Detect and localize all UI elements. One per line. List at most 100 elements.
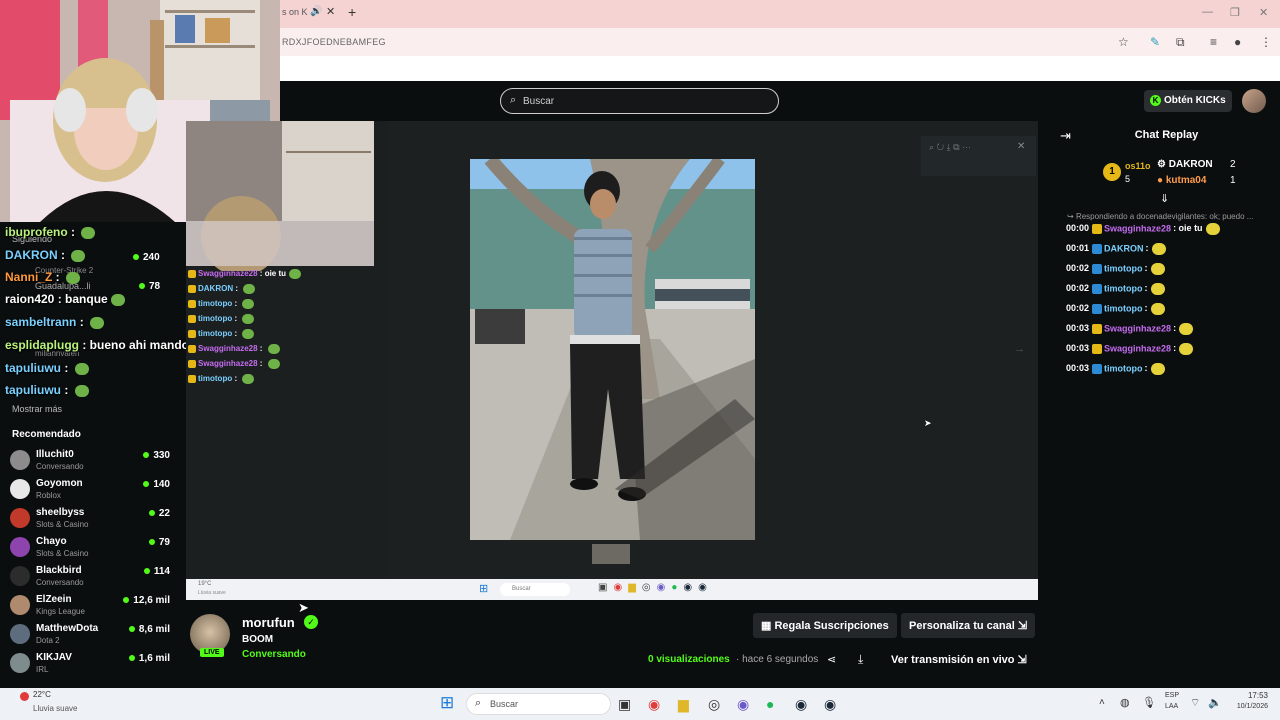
chat-username[interactable]: timotopo [1104, 263, 1143, 273]
tray-date: 10/1/2026 [1236, 703, 1268, 710]
overlay-chat-username: sambeltrann [5, 315, 77, 329]
menu-kebab-icon[interactable]: ⋮ [1260, 35, 1272, 49]
emote-icon [66, 271, 81, 284]
steam-icon-2[interactable]: ◉ [824, 696, 836, 713]
badge-icon [188, 345, 196, 353]
bookmark-star-icon[interactable]: ☆ [1118, 35, 1129, 49]
chat-username[interactable]: timotopo [1104, 363, 1143, 373]
channel-avatar [10, 537, 30, 557]
chat-username[interactable]: timotopo [1104, 303, 1143, 313]
obs-icon[interactable]: ◎ [708, 696, 720, 713]
chat-username[interactable]: Swagginhaze28 [1104, 343, 1171, 353]
chat-replay-line: 00:03 timotopo: [1066, 363, 1165, 375]
recommended-channel[interactable]: KIKJAV IRL 1,6 mil [10, 651, 170, 679]
tray-network-icon[interactable]: ◍ [1120, 696, 1130, 709]
channel-avatar [10, 479, 30, 499]
overlay-chat-username: esplidaplugg [5, 338, 80, 352]
tray-volume-icon[interactable]: 🔈 [1208, 696, 1222, 709]
stream-category[interactable]: Conversando [242, 649, 306, 660]
badge-icon [1092, 324, 1103, 334]
recommended-channel[interactable]: MatthewDota Dota 2 8,6 mil [10, 622, 170, 650]
watch-live-link[interactable]: Ver transmisión en vivo ⇲ [891, 653, 1027, 666]
download-icon[interactable]: ⤓ [858, 652, 863, 667]
tray-expand-icon[interactable]: ˄ [1099, 697, 1105, 708]
customize-channel-button[interactable]: Personaliza tu canal ⇲ [901, 613, 1036, 638]
overlay-chat-message: : [76, 315, 88, 329]
extension-icon[interactable]: ✎ [1150, 35, 1160, 49]
external-link-icon: ⇲ [1014, 620, 1028, 632]
tab-audio-icon[interactable]: 🔊 [310, 6, 322, 17]
tab-close-icon[interactable]: ✕ [326, 5, 335, 18]
recommended-channel[interactable]: sheelbyss Slots & Casino 22 [10, 506, 170, 534]
stream-info: LIVE morufun ✓ BOOM Conversando ▦ Regala… [186, 600, 1038, 688]
video-player[interactable]: Swagginhaze28 : oie tu DAKRON : timotopo … [186, 121, 1038, 579]
overlay-chat-line: sambeltrann : [5, 315, 105, 329]
steam-icon[interactable]: ◉ [795, 696, 807, 713]
viewer-next-icon[interactable]: → [1014, 343, 1025, 355]
window-close-icon[interactable]: ✕ [1259, 6, 1268, 19]
extensions-puzzle-icon[interactable]: ⧉ [1176, 35, 1185, 50]
channel-name: KIKJAV [36, 652, 72, 663]
top-gifter-name[interactable]: os11o [1125, 161, 1151, 171]
overlay-chat-message: : [52, 270, 64, 284]
expand-gifters-icon[interactable]: ⇓ [1160, 192, 1169, 205]
channel-viewers: 330 [143, 450, 170, 461]
live-badge: LIVE [200, 648, 224, 657]
tray-time[interactable]: 17:53 [1226, 691, 1268, 700]
discord-icon[interactable]: ◉ [737, 696, 749, 713]
show-more-link[interactable]: Mostrar más [12, 404, 62, 414]
thumbnail-strip[interactable] [592, 544, 630, 564]
profile-icon[interactable]: ● [1234, 35, 1241, 49]
chat-username[interactable]: timotopo [1104, 283, 1143, 293]
tray-mic-icon[interactable]: 🎙 [1142, 696, 1156, 709]
message-timestamp: 00:02 [1066, 303, 1090, 314]
weather-alert-icon [20, 692, 29, 701]
share-icon[interactable]: ⋖ [827, 653, 836, 666]
spotify-icon[interactable]: ● [766, 696, 774, 712]
recommended-channel[interactable]: Illuchit0 Conversando 330 [10, 448, 170, 476]
view-count: 0 visualizaciones [648, 654, 730, 665]
recommended-channel[interactable]: ElZeein Kings League 12,6 mil [10, 593, 170, 621]
tab-title[interactable]: s on K [282, 7, 308, 17]
gifter-2-name[interactable]: ⚙ DAKRON [1157, 159, 1213, 170]
recommended-channel[interactable]: Goyomon Roblox 140 [10, 477, 170, 505]
start-button-icon[interactable]: ⊞ [440, 693, 454, 713]
tray-wifi-icon[interactable]: ⌔ [1190, 696, 1200, 710]
recommended-channel[interactable]: Blackbird Conversando 114 [10, 564, 170, 592]
gifter-3-name[interactable]: ● kutma04 [1157, 175, 1206, 186]
restore-icon[interactable]: ❐ [1230, 6, 1240, 19]
file-explorer-icon[interactable]: ▆ [678, 696, 689, 713]
taskbar-search[interactable]: ⌕ Buscar [466, 693, 611, 715]
new-tab-icon[interactable]: + [348, 4, 356, 20]
recommended-channel[interactable]: Chayo Slots & Casino 79 [10, 535, 170, 563]
video-chat-line: Swagginhaze28 : oie tu [188, 269, 302, 279]
photo-image [470, 159, 755, 540]
chrome-icon[interactable]: ◉ [648, 696, 660, 713]
media-control-icon[interactable]: ≡ [1210, 35, 1217, 49]
chat-username[interactable]: DAKRON [1104, 243, 1144, 253]
overlay-chat-username: tapuliuwu [5, 383, 61, 397]
taskbar-temp[interactable]: 22°C [33, 690, 51, 699]
emote-icon [242, 374, 255, 384]
chat-username[interactable]: Swagginhaze28 [1104, 223, 1171, 233]
message-timestamp: 00:00 [1066, 223, 1090, 234]
chat-replay-panel: ⇥ Chat Replay 1 os11o 5 ⚙ DAKRON 2 ● kut… [1053, 121, 1280, 688]
channel-avatar [10, 450, 30, 470]
emote-icon [242, 314, 255, 324]
streamer-name[interactable]: morufun [242, 615, 295, 630]
minimize-icon[interactable]: — [1202, 6, 1213, 18]
url-text[interactable]: RDXJFOEDNEBAMFEG [282, 37, 386, 47]
get-kicks-button[interactable]: K Obtén KICKs [1144, 90, 1232, 112]
video-chat-username: Swagginhaze28 [198, 269, 258, 279]
video-chat-username: DAKRON [198, 284, 234, 294]
gift-subs-button[interactable]: ▦ Regala Suscripciones [753, 613, 897, 638]
chat-message: : [1144, 283, 1148, 294]
chat-username[interactable]: Swagginhaze28 [1104, 323, 1171, 333]
tray-lang[interactable]: ESP [1165, 692, 1179, 699]
viewer-close-icon[interactable]: ✕ [1017, 141, 1025, 152]
search-box[interactable]: ⌕ Buscar [500, 88, 779, 114]
task-view-icon[interactable]: ▣ [618, 696, 631, 713]
message-timestamp: 00:02 [1066, 283, 1090, 294]
user-avatar[interactable] [1242, 89, 1266, 113]
video-chat-message: : [257, 344, 265, 354]
